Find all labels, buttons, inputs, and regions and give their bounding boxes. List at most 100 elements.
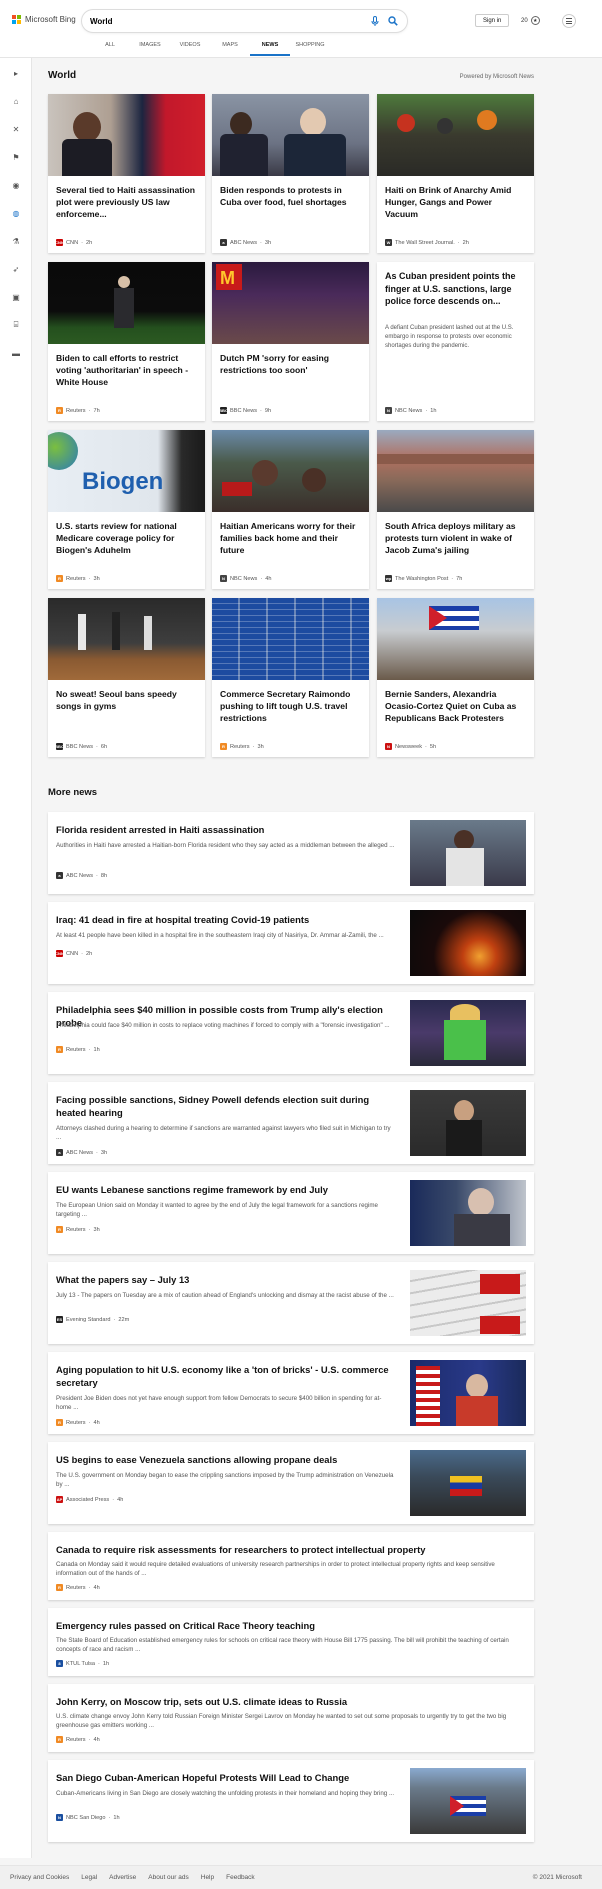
news-card-title[interactable]: Haitian Americans worry for their famili… [220, 520, 361, 556]
news-card[interactable]: No sweat! Seoul bans speedy songs in gym… [48, 598, 205, 757]
news-card-title[interactable]: Bernie Sanders, Alexandria Ocasio-Cortez… [385, 688, 526, 724]
news-card-title[interactable]: South Africa deploys military as protest… [385, 520, 526, 556]
nbc-news-logo-icon: N [385, 407, 392, 414]
news-card-title[interactable]: U.S. starts review for national Medicare… [56, 520, 197, 556]
news-list-item[interactable]: Facing possible sanctions, Sidney Powell… [48, 1082, 534, 1164]
news-card-title[interactable]: Dutch PM 'sorry for easing restrictions … [220, 352, 361, 376]
help-link[interactable]: Help [201, 1874, 214, 1881]
tab-all[interactable]: ALL [90, 42, 130, 56]
tab-images[interactable]: IMAGES [130, 42, 170, 56]
news-list-description: U.S. climate change envoy John Kerry tol… [56, 1713, 507, 1730]
privacy-link[interactable]: Privacy and Cookies [10, 1874, 69, 1881]
news-card-image [377, 94, 534, 176]
globe-icon[interactable]: ◍ [9, 206, 23, 220]
news-list-source: R Reuters · 4h [56, 1584, 100, 1591]
news-card[interactable]: Haitian Americans worry for their famili… [212, 430, 369, 589]
news-card[interactable]: South Africa deploys military as protest… [377, 430, 534, 589]
news-card[interactable]: M Dutch PM 'sorry for easing restriction… [212, 262, 369, 421]
news-list-source: a ABC News · 3h [56, 1149, 107, 1156]
rewards-points[interactable]: 20 ★ [521, 16, 540, 25]
advertise-link[interactable]: Advertise [109, 1874, 136, 1881]
news-list-item[interactable]: EU wants Lebanese sanctions regime frame… [48, 1172, 534, 1254]
tab-news[interactable]: NEWS [250, 42, 290, 56]
search-box[interactable] [82, 10, 407, 32]
news-list-item[interactable]: Florida resident arrested in Haiti assas… [48, 812, 534, 894]
hamburger-menu-button[interactable] [562, 14, 576, 28]
flag-icon[interactable]: ⚑ [9, 150, 23, 164]
news-list-title[interactable]: EU wants Lebanese sanctions regime frame… [56, 1183, 396, 1196]
microscope-icon[interactable]: ⚗ [9, 234, 23, 248]
news-list-item[interactable]: Emergency rules passed on Critical Race … [48, 1608, 534, 1676]
news-list-title[interactable]: Emergency rules passed on Critical Race … [56, 1619, 526, 1632]
reuters-logo-icon: R [56, 407, 63, 414]
tab-maps[interactable]: MAPS [210, 42, 250, 56]
news-card-image [377, 430, 534, 512]
news-card[interactable]: Commerce Secretary Raimondo pushing to l… [212, 598, 369, 757]
news-card-source: R Reuters · 7h [56, 407, 100, 414]
tab-videos[interactable]: VIDEOS [170, 42, 210, 56]
reuters-logo-icon: R [56, 575, 63, 582]
film-icon[interactable]: ▣ [9, 290, 23, 304]
news-card[interactable]: Biogen U.S. starts review for national M… [48, 430, 205, 589]
news-card-title[interactable]: Haiti on Brink of Anarchy Amid Hunger, G… [385, 184, 526, 220]
news-list-item[interactable]: US begins to ease Venezuela sanctions al… [48, 1442, 534, 1524]
feedback-link[interactable]: Feedback [226, 1874, 255, 1881]
news-list-title[interactable]: Canada to require risk assessments for r… [56, 1543, 526, 1556]
credit-card-icon[interactable]: ▬ [9, 346, 23, 360]
news-card[interactable]: Several tied to Haiti assassination plot… [48, 94, 205, 253]
news-card-title[interactable]: Commerce Secretary Raimondo pushing to l… [220, 688, 361, 724]
news-card[interactable]: Biden responds to protests in Cuba over … [212, 94, 369, 253]
news-list-image [410, 1090, 526, 1156]
news-list-title[interactable]: San Diego Cuban-American Hopeful Protest… [56, 1771, 396, 1784]
news-card-source: R Reuters · 3h [220, 743, 264, 750]
rocket-icon[interactable]: ➶ [9, 262, 23, 276]
nbc-news-logo-icon: N [220, 575, 227, 582]
legal-link[interactable]: Legal [81, 1874, 97, 1881]
news-list-title[interactable]: Florida resident arrested in Haiti assas… [56, 823, 396, 836]
news-list-item[interactable]: John Kerry, on Moscow trip, sets out U.S… [48, 1684, 534, 1752]
news-card[interactable]: Bernie Sanders, Alexandria Ocasio-Cortez… [377, 598, 534, 757]
tab-shopping[interactable]: SHOPPING [290, 42, 330, 56]
news-list-image [410, 1768, 526, 1834]
news-list-description: Cuban-Americans living in San Diego are … [56, 1790, 395, 1797]
news-list-item[interactable]: Philadelphia sees $40 million in possibl… [48, 992, 534, 1074]
news-list-item[interactable]: Iraq: 41 dead in fire at hospital treati… [48, 902, 534, 984]
news-list-item[interactable]: Aging population to hit U.S. economy lik… [48, 1352, 534, 1434]
bank-icon[interactable]: ⌸ [9, 318, 23, 332]
rewards-medal-icon: ★ [530, 16, 540, 25]
copyright-text: © 2021 Microsoft [532, 1874, 582, 1881]
news-list-item[interactable]: What the papers say – July 13 July 13 - … [48, 1262, 534, 1344]
news-card-title[interactable]: Biden responds to protests in Cuba over … [220, 184, 361, 208]
bing-logo[interactable]: Microsoft Bing [12, 15, 76, 24]
search-icon[interactable] [387, 15, 399, 27]
news-list-image [410, 1180, 526, 1246]
news-card[interactable]: As Cuban president points the finger at … [377, 262, 534, 421]
reuters-logo-icon: R [56, 1736, 63, 1743]
news-card[interactable]: Biden to call efforts to restrict voting… [48, 262, 205, 421]
news-list-title[interactable]: What the papers say – July 13 [56, 1273, 396, 1286]
news-list-description: Attorneys clashed during a hearing to de… [56, 1125, 391, 1142]
news-list-source: CNN CNN · 2h [55, 950, 93, 957]
news-card-title[interactable]: As Cuban president points the finger at … [385, 270, 526, 308]
about-ads-link[interactable]: About our ads [148, 1874, 188, 1881]
microphone-icon[interactable] [369, 15, 381, 27]
sign-in-button[interactable]: Sign in [475, 14, 510, 27]
news-list-title[interactable]: US begins to ease Venezuela sanctions al… [56, 1453, 396, 1466]
news-card-title[interactable]: Several tied to Haiti assassination plot… [56, 184, 197, 220]
news-list-title[interactable]: Iraq: 41 dead in fire at hospital treati… [56, 913, 396, 926]
news-list-title[interactable]: John Kerry, on Moscow trip, sets out U.S… [56, 1695, 526, 1708]
news-list-item[interactable]: Canada to require risk assessments for r… [48, 1532, 534, 1600]
reuters-logo-icon: R [56, 1226, 63, 1233]
search-input[interactable] [90, 16, 363, 26]
news-card-title[interactable]: Biden to call efforts to restrict voting… [56, 352, 197, 388]
news-card[interactable]: Haiti on Brink of Anarchy Amid Hunger, G… [377, 94, 534, 253]
news-list-description: President Joe Biden does not yet have en… [56, 1395, 382, 1412]
location-pin-icon[interactable]: ◉ [9, 178, 23, 192]
expand-sidebar-icon[interactable]: ▸ [9, 66, 23, 80]
home-icon[interactable]: ⌂ [9, 94, 23, 108]
tools-icon[interactable]: ✕ [9, 122, 23, 136]
news-list-title[interactable]: Aging population to hit U.S. economy lik… [56, 1363, 396, 1389]
news-list-title[interactable]: Facing possible sanctions, Sidney Powell… [56, 1093, 396, 1119]
news-card-title[interactable]: No sweat! Seoul bans speedy songs in gym… [56, 688, 197, 712]
news-list-item[interactable]: San Diego Cuban-American Hopeful Protest… [48, 1760, 534, 1842]
